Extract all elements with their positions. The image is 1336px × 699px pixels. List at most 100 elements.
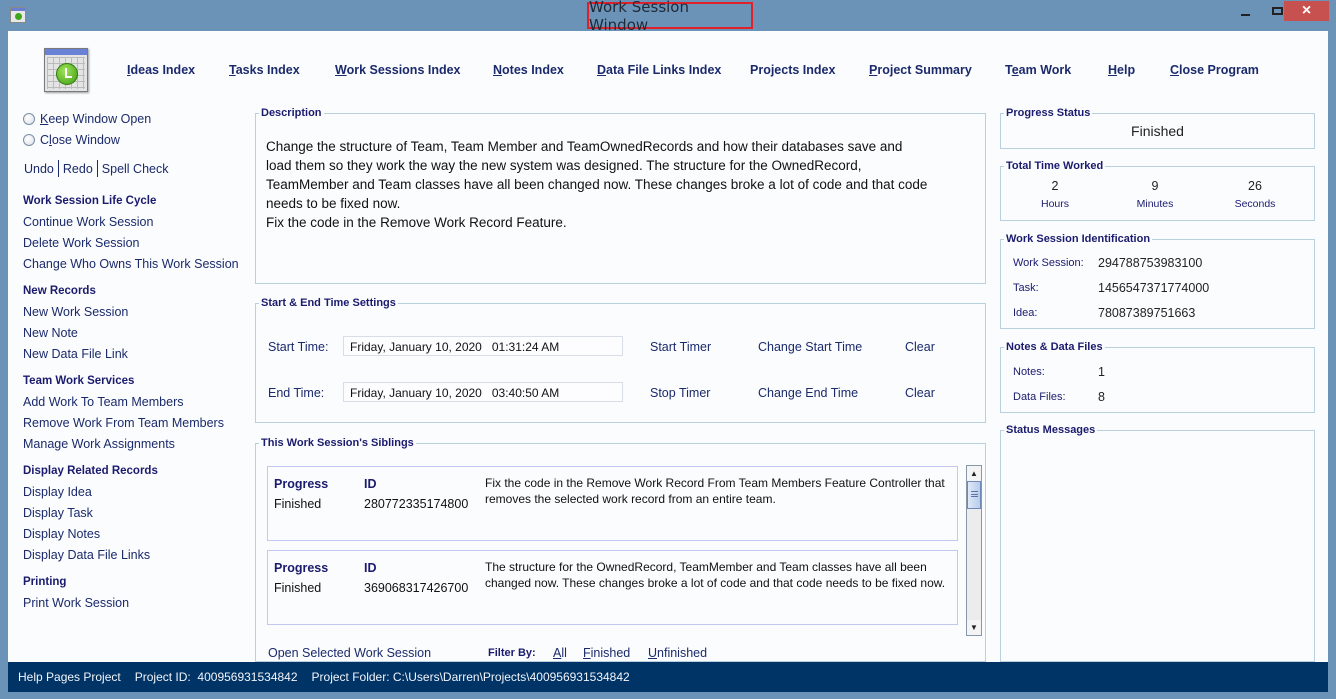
scroll-up-icon[interactable]: ▲ bbox=[967, 466, 981, 481]
sidebar-link-add-work-to-team-members[interactable]: Add Work To Team Members bbox=[23, 395, 183, 409]
nav-projects-index[interactable]: Projects Index bbox=[750, 63, 835, 81]
nav-tasks-index[interactable]: Tasks Index bbox=[229, 63, 300, 81]
sidebar-link-remove-work-from-team-members[interactable]: Remove Work From Team Members bbox=[23, 416, 224, 430]
radio-icon bbox=[23, 113, 35, 125]
siblings-panel: This Work Session's Siblings Progress ID… bbox=[255, 437, 986, 662]
title-bar[interactable]: Work Session Window × bbox=[0, 0, 1336, 34]
notes-files-panel: Notes & Data Files Notes: 1 Data Files: … bbox=[1000, 341, 1315, 413]
data-files-count-value: 8 bbox=[1098, 390, 1105, 404]
minimize-button[interactable] bbox=[1230, 1, 1260, 21]
start-time-field[interactable]: Friday, January 10, 2020 01:31:24 AM bbox=[343, 336, 623, 356]
progress-status-legend: Progress Status bbox=[1006, 107, 1091, 119]
close-icon: × bbox=[1301, 2, 1312, 19]
divider bbox=[96, 160, 98, 177]
hours-label: Hours bbox=[1040, 198, 1069, 210]
keep-window-open-radio[interactable]: Keep Window Open bbox=[23, 110, 151, 128]
close-window-radio[interactable]: Close Window bbox=[23, 131, 120, 149]
change-start-time-button[interactable]: Change Start Time bbox=[758, 340, 862, 354]
sidebar-link-new-data-file-link[interactable]: New Data File Link bbox=[23, 347, 128, 361]
id-header: ID bbox=[364, 477, 377, 491]
sibling-item[interactable]: Progress ID Finished 369068317426700 The… bbox=[267, 550, 958, 625]
identification-panel: Work Session Identification Work Session… bbox=[1000, 233, 1315, 329]
scroll-down-icon[interactable]: ▼ bbox=[967, 620, 981, 635]
nav-close-program[interactable]: Close Program bbox=[1170, 63, 1259, 81]
work-session-window: Work Session Window × Ideas Index Tasks I… bbox=[0, 0, 1336, 699]
sidebar-link-display-notes[interactable]: Display Notes bbox=[23, 527, 100, 541]
spell-check-button[interactable]: Spell Check bbox=[102, 162, 169, 176]
nav-work-sessions-index[interactable]: Work Sessions Index bbox=[335, 63, 461, 81]
progress-status-value: Finished bbox=[1131, 123, 1184, 139]
progress-header: Progress bbox=[274, 477, 329, 491]
nav-help[interactable]: Help bbox=[1108, 63, 1135, 81]
sibling-id: 280772335174800 bbox=[364, 497, 469, 511]
sidebar-link-manage-work-assignments[interactable]: Manage Work Assignments bbox=[23, 437, 175, 451]
sidebar-link-print-work-session[interactable]: Print Work Session bbox=[23, 596, 129, 610]
nav-ideas-index[interactable]: Ideas Index bbox=[127, 63, 195, 81]
notes-count-label: Notes: bbox=[1013, 366, 1045, 378]
sidebar-link-delete-work-session[interactable]: Delete Work Session bbox=[23, 236, 140, 250]
sibling-progress: Finished bbox=[274, 497, 322, 511]
minutes-label: Minutes bbox=[1136, 198, 1174, 210]
calendar-clock-logo-icon bbox=[44, 48, 88, 92]
filter-all[interactable]: All bbox=[553, 646, 567, 660]
project-id: Project ID: 400956931534842 bbox=[134, 670, 298, 684]
sidebar-group-title: Team Work Services bbox=[23, 375, 135, 387]
sidebar-link-display-data-file-links[interactable]: Display Data File Links bbox=[23, 548, 150, 562]
sidebar-group-title: New Records bbox=[23, 285, 96, 297]
filter-unfinished[interactable]: Unfinished bbox=[648, 646, 707, 660]
open-selected-work-session-button[interactable]: Open Selected Work Session bbox=[268, 646, 431, 660]
sidebar-link-new-note[interactable]: New Note bbox=[23, 326, 78, 340]
description-legend: Description bbox=[261, 107, 322, 119]
seconds-label: Seconds bbox=[1234, 198, 1276, 210]
total-time-panel: Total Time Worked 2 Hours 9 Minutes 26 S… bbox=[1000, 160, 1315, 221]
hours-value: 2 bbox=[1051, 179, 1059, 193]
maximize-icon bbox=[1271, 7, 1283, 15]
notes-count-value: 1 bbox=[1098, 365, 1105, 379]
sidebar-group-title: Work Session Life Cycle bbox=[23, 195, 157, 207]
sidebar-link-change-who-owns-this-work-session[interactable]: Change Who Owns This Work Session bbox=[23, 257, 239, 271]
total-time-legend: Total Time Worked bbox=[1006, 160, 1104, 172]
nav-team-work[interactable]: Team Work bbox=[1005, 63, 1071, 81]
close-window-label: Close Window bbox=[40, 133, 120, 147]
siblings-legend: This Work Session's Siblings bbox=[261, 437, 414, 449]
clear-start-button[interactable]: Clear bbox=[905, 340, 935, 354]
project-folder: Project Folder: C:\Users\Darren\Projects… bbox=[311, 670, 630, 684]
end-time-field[interactable]: Friday, January 10, 2020 03:40:50 AM bbox=[343, 382, 623, 402]
siblings-scrollbar[interactable]: ▲ ▼ bbox=[966, 465, 982, 636]
nav-notes-index[interactable]: Notes Index bbox=[493, 63, 564, 81]
notes-files-legend: Notes & Data Files bbox=[1006, 341, 1103, 353]
scroll-thumb[interactable] bbox=[967, 481, 981, 509]
data-files-count-label: Data Files: bbox=[1013, 391, 1066, 403]
window-title: Work Session Window bbox=[587, 0, 753, 34]
progress-header: Progress bbox=[274, 561, 329, 575]
redo-button[interactable]: Redo bbox=[63, 162, 93, 176]
sibling-description: Fix the code in the Remove Work Record F… bbox=[485, 476, 945, 506]
nav-data-file-links-index[interactable]: Data File Links Index bbox=[597, 63, 721, 81]
close-button[interactable]: × bbox=[1284, 1, 1329, 21]
task-id-value: 1456547371774000 bbox=[1098, 281, 1210, 295]
radio-icon bbox=[23, 134, 35, 146]
clear-end-button[interactable]: Clear bbox=[905, 386, 935, 400]
sidebar-link-new-work-session[interactable]: New Work Session bbox=[23, 305, 128, 319]
sibling-item[interactable]: Progress ID Finished 280772335174800 Fix… bbox=[267, 466, 958, 541]
sidebar-link-display-idea[interactable]: Display Idea bbox=[23, 485, 92, 499]
task-id-label: Task: bbox=[1013, 282, 1039, 294]
start-timer-button[interactable]: Start Timer bbox=[650, 340, 711, 354]
nav-project-summary[interactable]: Project Summary bbox=[869, 63, 972, 81]
seconds-value: 26 bbox=[1248, 179, 1262, 193]
change-end-time-button[interactable]: Change End Time bbox=[758, 386, 858, 400]
filter-finished[interactable]: Finished bbox=[583, 646, 630, 660]
sidebar-link-continue-work-session[interactable]: Continue Work Session bbox=[23, 215, 153, 229]
minutes-value: 9 bbox=[1151, 179, 1159, 193]
progress-status-panel: Progress Status Finished bbox=[1000, 107, 1315, 149]
sidebar-link-display-task[interactable]: Display Task bbox=[23, 506, 93, 520]
description-text[interactable]: Change the structure of Team, Team Membe… bbox=[266, 137, 975, 232]
time-settings-legend: Start & End Time Settings bbox=[261, 297, 396, 309]
stop-timer-button[interactable]: Stop Timer bbox=[650, 386, 710, 400]
undo-button[interactable]: Undo bbox=[24, 162, 54, 176]
divider bbox=[57, 160, 59, 177]
keep-window-open-label: Keep Window Open bbox=[40, 112, 152, 126]
sibling-id: 369068317426700 bbox=[364, 581, 469, 595]
minimize-icon bbox=[1240, 14, 1250, 16]
end-time-label: End Time: bbox=[268, 386, 325, 400]
